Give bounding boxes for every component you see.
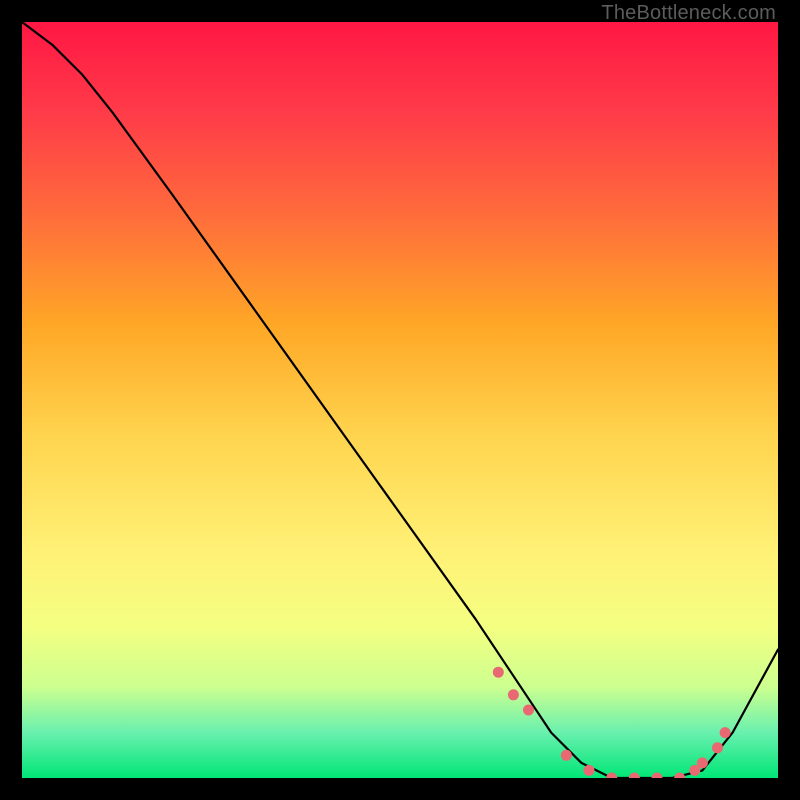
chart-svg [22, 22, 778, 778]
chart-marker [523, 705, 534, 716]
chart-marker [508, 689, 519, 700]
chart-marker [697, 757, 708, 768]
chart-marker [493, 667, 504, 678]
chart-background [22, 22, 778, 778]
chart-marker [720, 727, 731, 738]
chart-frame [22, 22, 778, 778]
watermark-text: TheBottleneck.com [601, 2, 776, 25]
chart-marker [561, 750, 572, 761]
chart-marker [584, 765, 595, 776]
chart-marker [712, 742, 723, 753]
